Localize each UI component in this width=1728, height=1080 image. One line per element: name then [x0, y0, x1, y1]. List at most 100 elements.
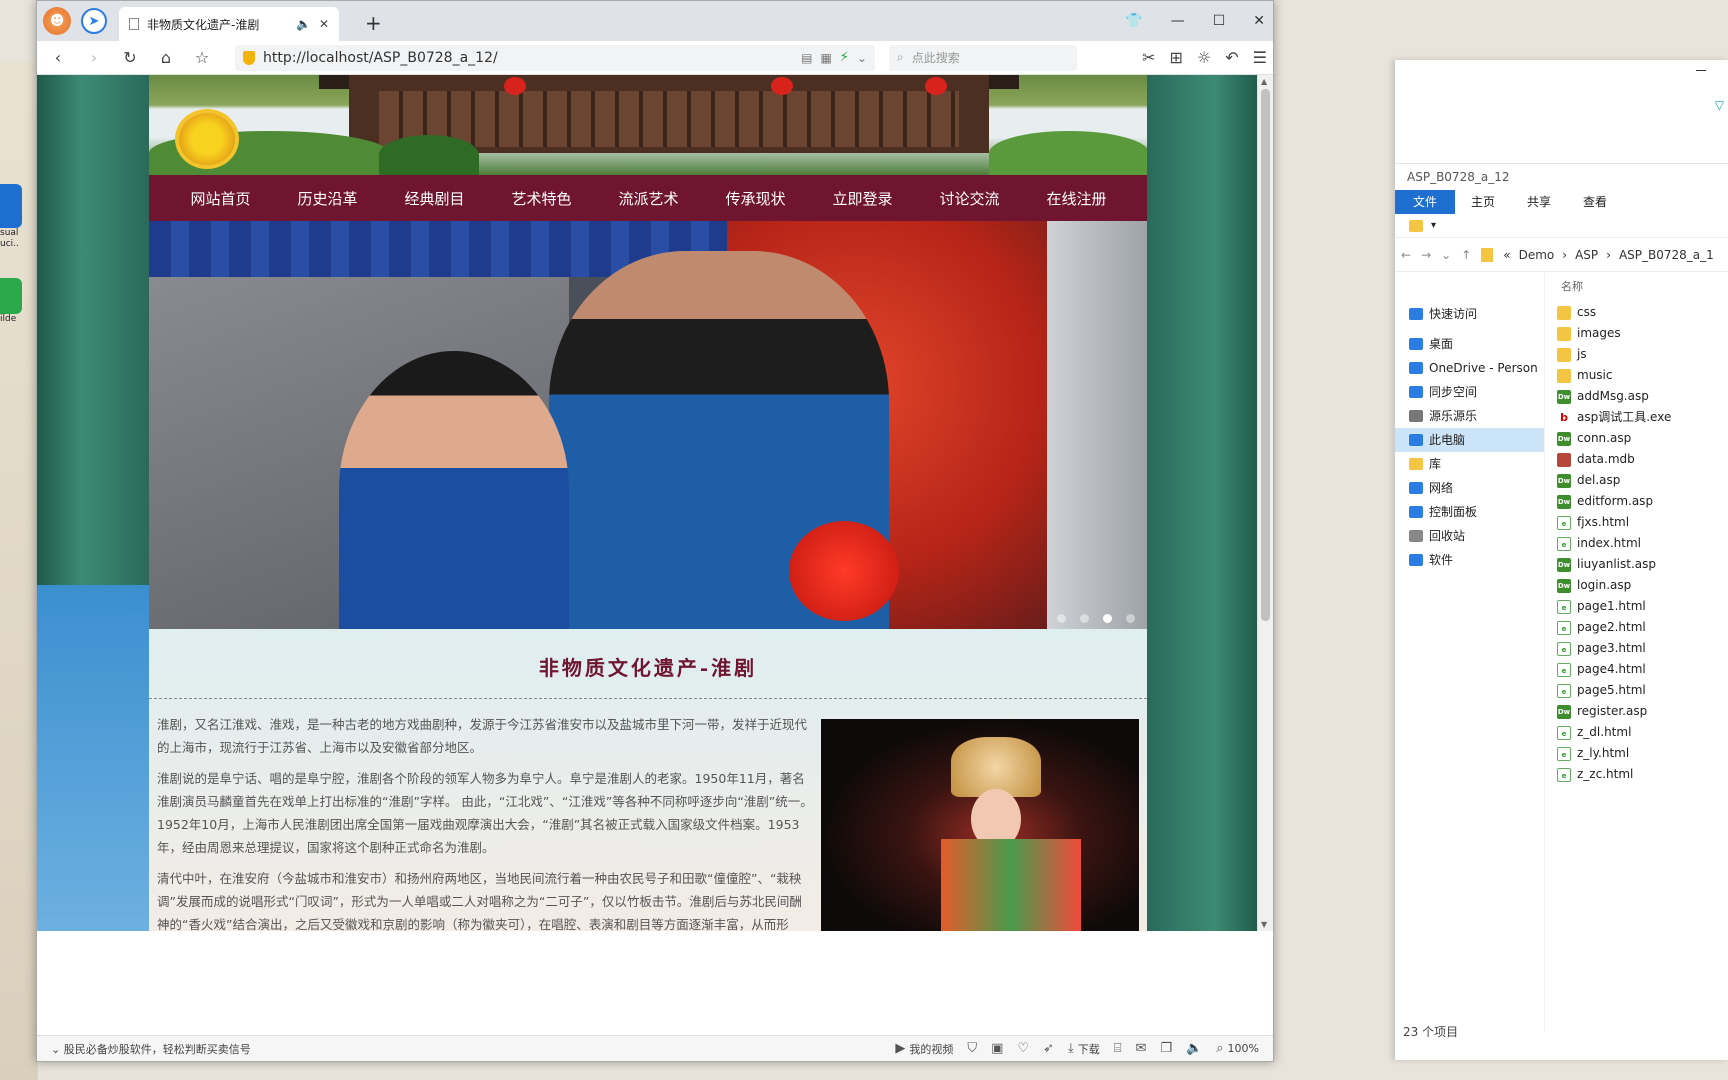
file-item[interactable]: e z_dl.html [1557, 722, 1728, 743]
chevron-down-icon[interactable]: ⌄ [857, 51, 867, 65]
nav-item[interactable]: 库 [1395, 452, 1544, 476]
menu-item[interactable]: 网站首页 [167, 188, 274, 209]
my-video-button[interactable]: ▶ 我的视频 [895, 1041, 953, 1057]
slider-dot[interactable] [1057, 614, 1066, 623]
close-button[interactable]: ✕ [1253, 13, 1265, 29]
file-item[interactable]: data.mdb [1557, 449, 1728, 470]
scrollbar-thumb[interactable] [1261, 89, 1270, 621]
slider-dot[interactable] [1103, 614, 1112, 623]
menu-item[interactable]: 讨论交流 [916, 188, 1023, 209]
site-logo[interactable] [179, 113, 235, 165]
status-news-link[interactable]: ⌄ 股民必备炒股软件，轻松判断买卖信号 [51, 1041, 881, 1057]
nav-item[interactable]: 此电脑 [1395, 428, 1544, 452]
menu-item[interactable]: 传承现状 [702, 188, 809, 209]
brightness-icon[interactable]: ☼ [1197, 48, 1211, 67]
undo-icon[interactable]: ↶ [1225, 48, 1238, 67]
desktop-shortcut-idle[interactable]: ilde [0, 278, 24, 325]
explorer-address-bar[interactable]: ← → ⌄ ↑ « Demo › ASP › ASP_B0728_a_1 [1395, 238, 1728, 272]
apps-grid-icon[interactable]: ⊞ [1170, 48, 1183, 67]
maximize-button[interactable]: ☐ [1213, 13, 1226, 29]
menu-icon[interactable]: ☰ [1253, 48, 1267, 67]
menu-item[interactable]: 立即登录 [809, 188, 916, 209]
ribbon-tab-share[interactable]: 共享 [1511, 190, 1567, 214]
file-item[interactable]: e z_zc.html [1557, 764, 1728, 785]
address-bar[interactable]: http://localhost/ASP_B0728_a_12/ ▤ ▦ ⚡ ⌄ [235, 44, 875, 71]
file-item[interactable]: Dw liuyanlist.asp [1557, 554, 1728, 575]
file-item[interactable]: Dw conn.asp [1557, 428, 1728, 449]
page-scrollbar[interactable]: ▲ ▼ [1257, 75, 1273, 931]
scroll-down-icon[interactable]: ▼ [1261, 920, 1267, 929]
breadcrumb-item[interactable]: Demo [1519, 248, 1555, 262]
back-arrow-icon[interactable]: ← [1401, 248, 1411, 262]
file-item[interactable]: Dw register.asp [1557, 701, 1728, 722]
nav-item[interactable]: OneDrive - Person [1395, 356, 1544, 380]
breadcrumb-item[interactable]: ASP [1575, 248, 1598, 262]
shield-status-icon[interactable]: ⛉ [967, 1041, 977, 1056]
forward-button[interactable]: › [79, 48, 109, 67]
forward-arrow-icon[interactable]: → [1421, 248, 1431, 262]
menu-item[interactable]: 经典剧目 [381, 188, 488, 209]
file-item[interactable]: Dw login.asp [1557, 575, 1728, 596]
translate-icon[interactable]: ⌸ [1114, 1041, 1122, 1056]
minimize-button[interactable]: — [1171, 13, 1185, 29]
folder-icon[interactable] [1409, 219, 1423, 232]
minimize-icon[interactable] [1696, 70, 1706, 71]
scroll-up-icon[interactable]: ▲ [1261, 77, 1267, 86]
download-button[interactable]: ⤓ 下载 [1068, 1041, 1100, 1057]
file-item[interactable]: b asp调试工具.exe [1557, 407, 1728, 428]
recent-dropdown-icon[interactable]: ⌄ [1441, 248, 1451, 262]
breadcrumb-item[interactable]: ASP_B0728_a_1 [1619, 248, 1714, 262]
image-slider[interactable] [149, 221, 1147, 629]
quick-access-dropdown-icon[interactable]: ▾ [1431, 220, 1436, 231]
reload-button[interactable]: ↻ [115, 48, 145, 67]
file-item[interactable]: e page5.html [1557, 680, 1728, 701]
close-tab-icon[interactable]: ✕ [319, 17, 329, 31]
nav-item[interactable]: 控制面板 [1395, 500, 1544, 524]
nav-item[interactable]: 软件 [1395, 548, 1544, 572]
nav-item[interactable]: 快速访问 [1395, 302, 1544, 326]
file-item[interactable]: e page2.html [1557, 617, 1728, 638]
favorite-star-icon[interactable]: ☆ [187, 48, 217, 67]
ribbon-tab-home[interactable]: 主页 [1455, 190, 1511, 214]
ribbon-tab-file[interactable]: 文件 [1395, 190, 1456, 214]
nav-item[interactable]: 网络 [1395, 476, 1544, 500]
grid-icon[interactable]: ▦ [820, 51, 831, 65]
file-item[interactable]: e page4.html [1557, 659, 1728, 680]
sound-icon[interactable]: 🔈 [296, 17, 311, 31]
file-item[interactable]: Dw addMsg.asp [1557, 386, 1728, 407]
search-box[interactable]: ⌕ 点此搜索 [889, 44, 1077, 71]
window-icon[interactable]: ❐ [1160, 1041, 1172, 1056]
url-text[interactable]: http://localhost/ASP_B0728_a_12/ [263, 50, 793, 66]
navigation-icon[interactable]: ➤ [81, 8, 107, 34]
back-button[interactable]: ‹ [43, 48, 73, 67]
file-item[interactable]: css [1557, 302, 1728, 323]
file-item[interactable]: e index.html [1557, 533, 1728, 554]
scissors-icon[interactable]: ✂ [1142, 48, 1155, 67]
home-button[interactable]: ⌂ [151, 48, 181, 67]
filter-icon[interactable]: ▽ [1715, 98, 1724, 112]
reader-mode-icon[interactable]: ▤ [801, 51, 812, 65]
file-item[interactable]: e page1.html [1557, 596, 1728, 617]
browser-logo-icon[interactable]: ☻ [43, 7, 71, 35]
menu-item[interactable]: 流派艺术 [595, 188, 702, 209]
rocket-icon[interactable]: ➶ [1043, 1041, 1054, 1056]
file-item[interactable]: Dw editform.asp [1557, 491, 1728, 512]
nav-item[interactable]: 桌面 [1395, 332, 1544, 356]
nav-item[interactable]: 同步空间 [1395, 380, 1544, 404]
column-header-name[interactable]: 名称 [1557, 272, 1728, 302]
browser-tab[interactable]: 非物质文化遗产-淮剧 🔈 ✕ [119, 7, 339, 41]
slider-dot[interactable] [1126, 614, 1135, 623]
chat-icon[interactable]: ✉ [1136, 1041, 1147, 1056]
skin-icon[interactable]: 👕 [1125, 13, 1142, 29]
new-tab-button[interactable]: + [365, 11, 382, 35]
nav-item[interactable]: 源乐源乐 [1395, 404, 1544, 428]
file-item[interactable]: e z_ly.html [1557, 743, 1728, 764]
desktop-shortcut-visual-studio[interactable]: sual uci.. [0, 184, 24, 250]
file-item[interactable]: js [1557, 344, 1728, 365]
volume-icon[interactable]: 🔈 [1186, 1041, 1202, 1056]
nav-item[interactable]: 回收站 [1395, 524, 1544, 548]
shield-icon[interactable] [243, 50, 255, 65]
file-item[interactable]: e fjxs.html [1557, 512, 1728, 533]
up-arrow-icon[interactable]: ↑ [1461, 248, 1471, 262]
heart-icon[interactable]: ♡ [1017, 1041, 1029, 1056]
